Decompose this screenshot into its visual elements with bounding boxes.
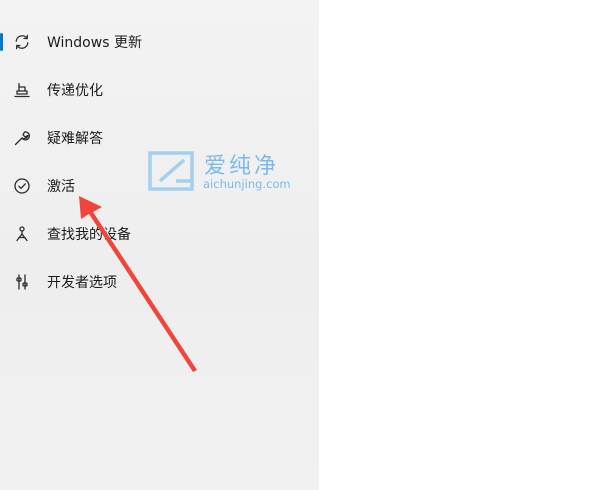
watermark-url: aichunjing.com (203, 177, 291, 191)
wrench-icon (13, 129, 31, 147)
check-circle-icon (13, 177, 31, 195)
sidebar-item-label: 查找我的设备 (47, 227, 131, 243)
sidebar-item-label: 激活 (47, 179, 75, 195)
content-pane (319, 0, 614, 490)
sidebar-item-delivery-optimization[interactable]: 传递优化 (0, 70, 319, 110)
delivery-optimization-icon (13, 81, 31, 99)
sidebar-item-windows-update[interactable]: Windows 更新 (0, 22, 319, 62)
active-indicator (0, 33, 3, 51)
sidebar: Windows 更新 传递优化 疑难解答 激活 查找我的设备 开发者选项 爱纯净… (0, 0, 319, 490)
sidebar-item-label: 开发者选项 (47, 275, 117, 291)
sidebar-item-label: 传递优化 (47, 83, 103, 99)
watermark-logo: 爱纯净 aichunjing.com (146, 150, 306, 194)
sync-icon (13, 33, 31, 51)
sidebar-item-label: Windows 更新 (47, 35, 142, 51)
settings-window: Windows 更新 传递优化 疑难解答 激活 查找我的设备 开发者选项 爱纯净… (0, 0, 614, 490)
sidebar-item-label: 疑难解答 (47, 131, 103, 147)
developer-options-icon (13, 273, 31, 291)
watermark-mark-icon (148, 151, 194, 191)
find-device-icon (13, 225, 31, 243)
watermark-name: 爱纯净 (204, 154, 280, 179)
sidebar-item-find-my-device[interactable]: 查找我的设备 (0, 214, 319, 254)
sidebar-item-developer-options[interactable]: 开发者选项 (0, 262, 319, 302)
